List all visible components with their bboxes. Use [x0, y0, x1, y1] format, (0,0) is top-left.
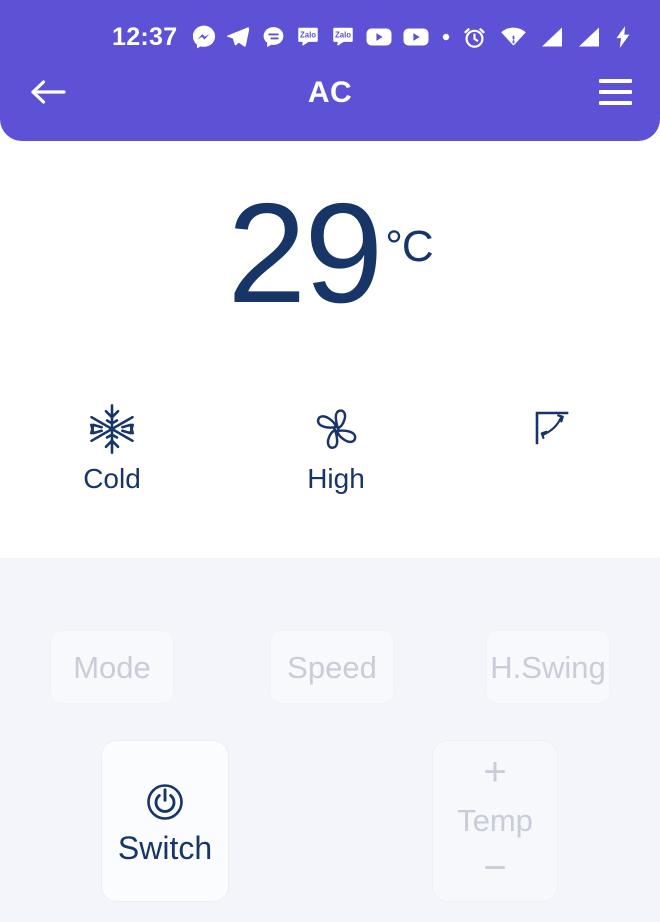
- display-panel: 29 °C Cold High: [0, 141, 660, 558]
- temp-increase-button[interactable]: +: [433, 752, 557, 792]
- messenger-icon: [193, 25, 216, 49]
- status-item-mode-label: Cold: [83, 463, 141, 494]
- h-swing-button-label: H.Swing: [490, 649, 606, 685]
- zalo-icon: Zalo: [333, 27, 354, 46]
- temperature-unit: °C: [385, 222, 433, 271]
- youtube-icon: [403, 28, 429, 46]
- speed-button-label: Speed: [287, 649, 377, 685]
- page-title: AC: [307, 76, 353, 109]
- power-icon: [147, 784, 183, 820]
- status-bar: 12:37 Zalo Zalo: [0, 17, 660, 57]
- status-item-speed[interactable]: High: [276, 399, 396, 493]
- hamburger-menu-icon: [598, 101, 632, 105]
- svg-text:Zalo: Zalo: [335, 30, 351, 39]
- back-arrow-icon: [31, 80, 66, 104]
- more-dot-icon: [443, 33, 450, 41]
- telegram-icon: [227, 26, 251, 47]
- h-swing-button[interactable]: H.Swing: [486, 630, 610, 704]
- nav-bar: AC: [0, 62, 660, 124]
- status-bar-clock: 12:37: [112, 22, 178, 51]
- speed-button[interactable]: Speed: [270, 630, 394, 704]
- status-item-speed-label: High: [307, 463, 365, 494]
- temp-stepper[interactable]: + Temp −: [432, 740, 558, 902]
- app-header: 12:37 Zalo Zalo AC: [0, 0, 660, 141]
- swing-angle-icon: [535, 411, 569, 445]
- chat-bubble-icon: [264, 26, 284, 47]
- swing-angle-icon-wrap: [533, 399, 573, 459]
- hamburger-menu-icon: [598, 90, 632, 94]
- status-item-swing[interactable]: [500, 399, 606, 465]
- snowflake-icon: [90, 404, 134, 454]
- status-bar-left-group: 12:37 Zalo Zalo: [112, 17, 453, 57]
- hamburger-menu-button[interactable]: [592, 70, 638, 114]
- switch-button[interactable]: Switch: [101, 740, 229, 902]
- wifi-icon: [501, 27, 526, 46]
- control-panel: Mode Speed H.Swing Switch + Temp −: [0, 558, 660, 922]
- svg-text:Zalo: Zalo: [300, 30, 316, 39]
- temp-stepper-label: Temp: [457, 802, 533, 838]
- fan-icon-wrap: [308, 399, 364, 459]
- youtube-icon: [366, 28, 392, 46]
- status-bar-right-group: [462, 17, 632, 57]
- battery-charging-icon: [616, 26, 630, 48]
- temperature-value: 29: [227, 174, 383, 333]
- mode-button-label: Mode: [73, 649, 151, 685]
- hamburger-menu-icon: [598, 79, 632, 83]
- status-icons-row: Cold High: [0, 399, 660, 509]
- temp-decrease-button[interactable]: −: [433, 848, 557, 888]
- snowflake-icon-wrap: [85, 399, 139, 459]
- fan-icon: [316, 409, 357, 449]
- alarm-clock-icon: [464, 27, 485, 48]
- signal-bars-icon: [579, 27, 599, 47]
- switch-button-label: Switch: [117, 830, 213, 866]
- mode-button[interactable]: Mode: [50, 630, 174, 704]
- signal-bars-icon: [542, 27, 562, 47]
- back-button[interactable]: [24, 68, 72, 116]
- temperature-readout: 29 °C: [0, 174, 660, 333]
- zalo-icon: Zalo: [298, 27, 319, 46]
- status-item-mode[interactable]: Cold: [52, 399, 172, 493]
